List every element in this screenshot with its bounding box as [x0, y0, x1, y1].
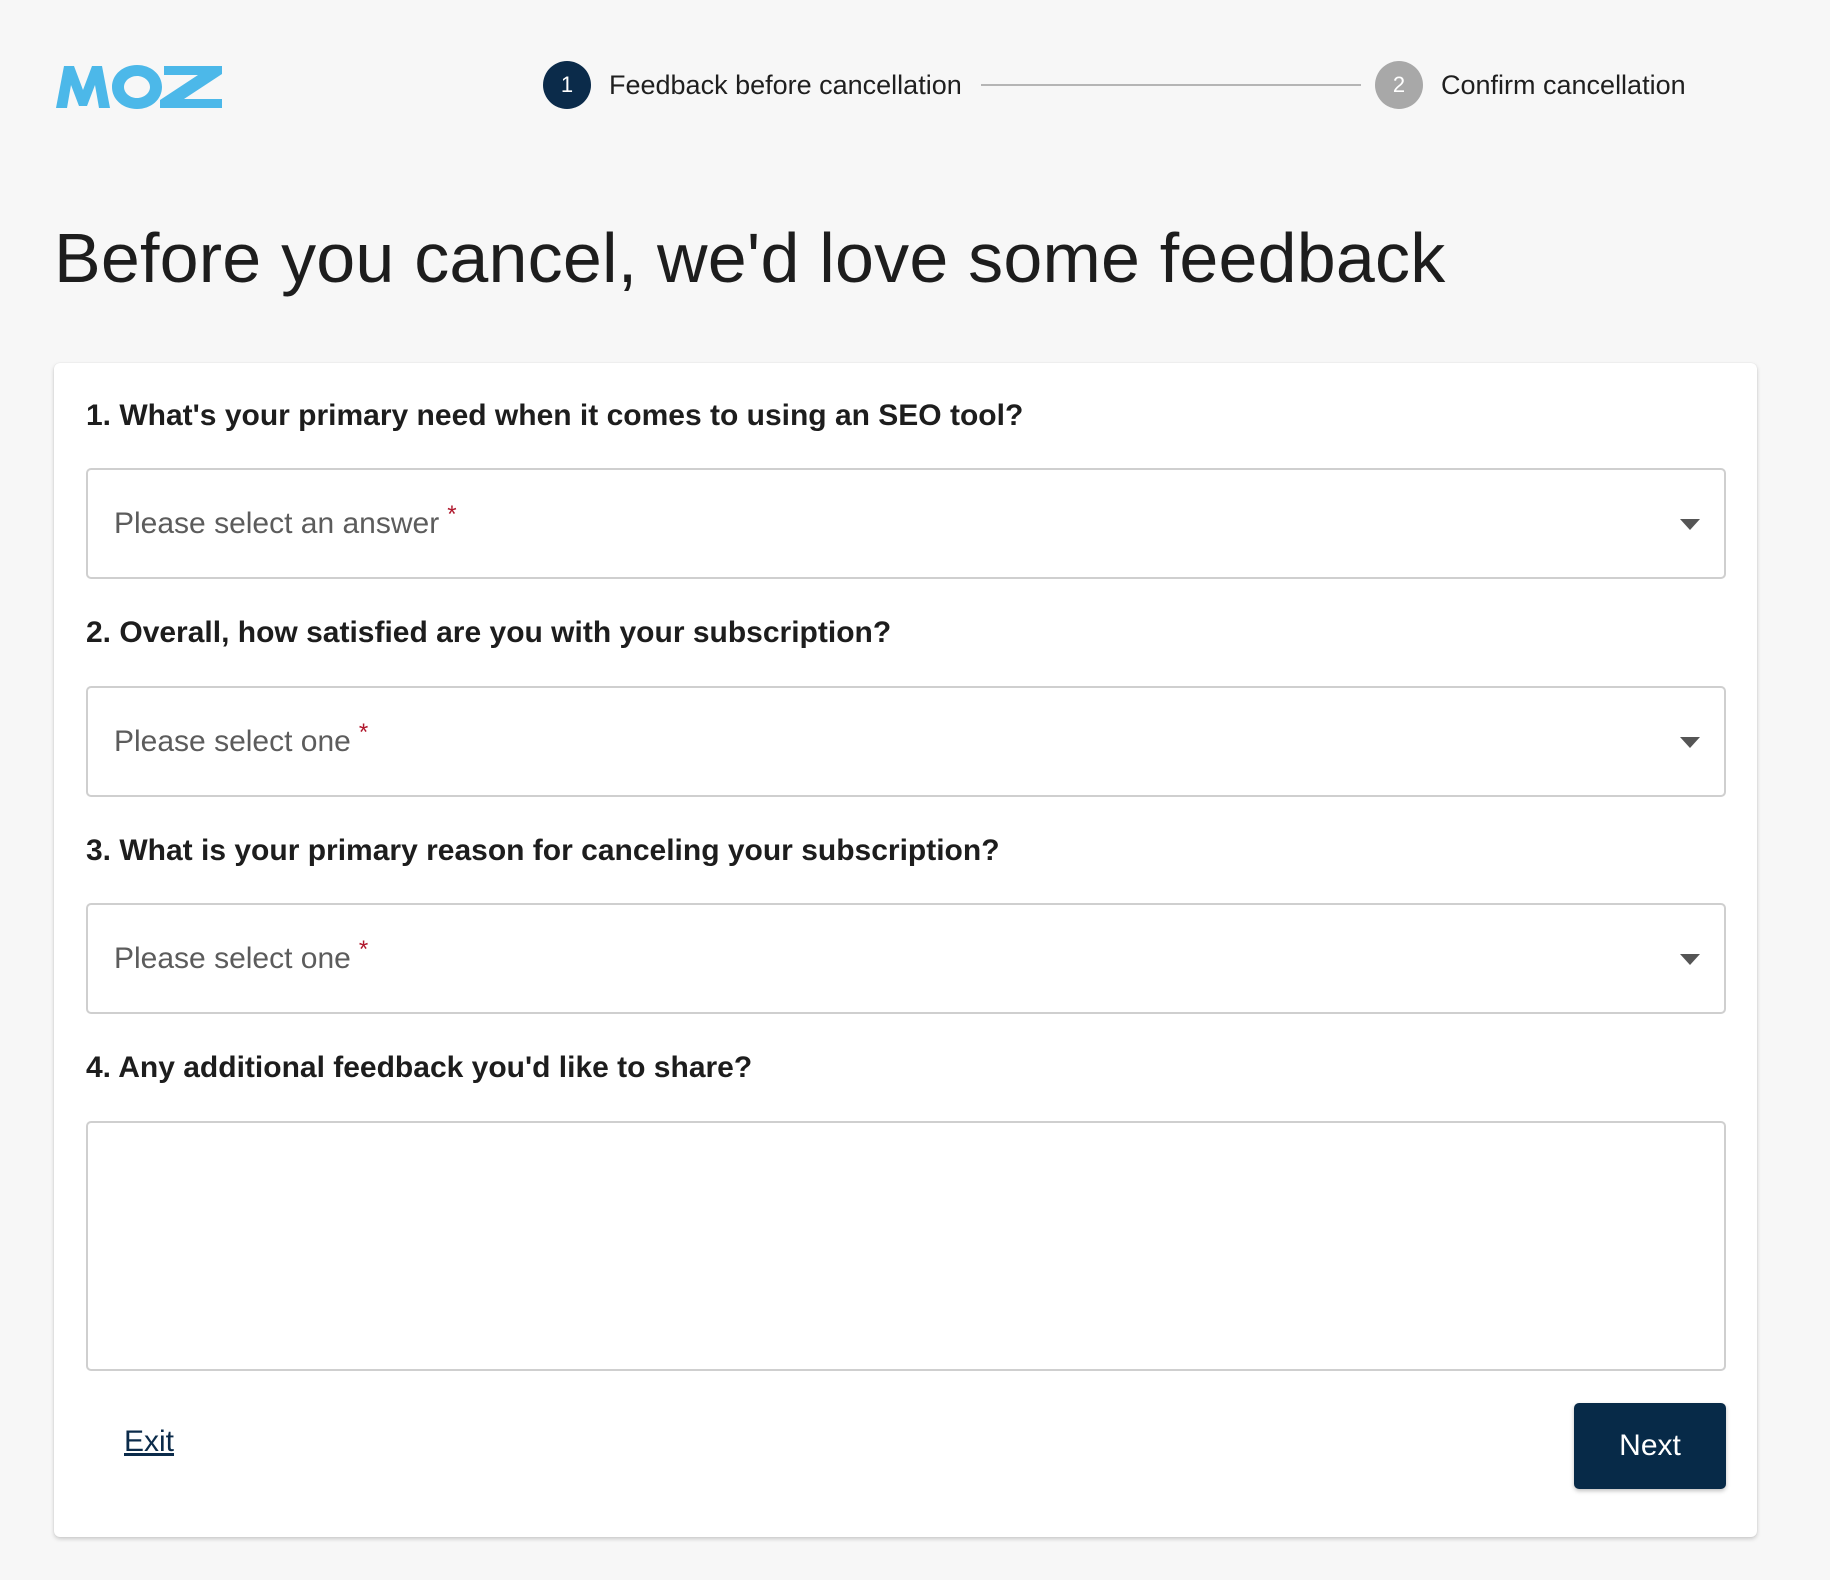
- page-title: Before you cancel, we'd love some feedba…: [54, 219, 1446, 297]
- question-label: 3. What is your primary reason for cance…: [86, 834, 1000, 867]
- moz-logo: [56, 65, 222, 109]
- question-label: 2. Overall, how satisfied are you with y…: [86, 616, 892, 649]
- step-confirm: 2 Confirm cancellation: [1375, 60, 1686, 110]
- select-placeholder: Please select an answer *: [114, 500, 457, 540]
- chevron-down-icon: [1680, 953, 1700, 965]
- primary-need-select[interactable]: Please select an answer *: [86, 468, 1726, 579]
- step-label: Feedback before cancellation: [609, 69, 962, 100]
- next-button[interactable]: Next: [1574, 1403, 1726, 1489]
- step-number-badge: 2: [1375, 61, 1423, 109]
- step-number-badge: 1: [543, 61, 591, 109]
- required-asterisk: *: [447, 500, 457, 528]
- satisfaction-select[interactable]: Please select one *: [86, 686, 1726, 797]
- cancellation-feedback-page: 1 Feedback before cancellation 2 Confirm…: [0, 0, 1830, 1580]
- select-placeholder: Please select one *: [114, 935, 369, 975]
- header: 1 Feedback before cancellation 2 Confirm…: [0, 0, 1830, 170]
- cancel-reason-select[interactable]: Please select one *: [86, 903, 1726, 1014]
- step-label: Confirm cancellation: [1441, 69, 1686, 100]
- exit-link[interactable]: Exit: [124, 1425, 174, 1459]
- additional-feedback-textarea[interactable]: [86, 1121, 1726, 1371]
- question-label: 1. What's your primary need when it come…: [86, 399, 1024, 432]
- required-asterisk: *: [358, 718, 369, 746]
- chevron-down-icon: [1680, 518, 1700, 530]
- step-connector: [981, 84, 1361, 86]
- select-placeholder: Please select one *: [114, 718, 369, 758]
- question-label: 4. Any additional feedback you'd like to…: [86, 1051, 753, 1084]
- step-feedback: 1 Feedback before cancellation: [543, 60, 962, 110]
- required-asterisk: *: [358, 935, 369, 963]
- feedback-form-card: 1. What's your primary need when it come…: [54, 363, 1757, 1537]
- progress-stepper: 1 Feedback before cancellation 2 Confirm…: [543, 60, 1693, 110]
- chevron-down-icon: [1680, 736, 1700, 748]
